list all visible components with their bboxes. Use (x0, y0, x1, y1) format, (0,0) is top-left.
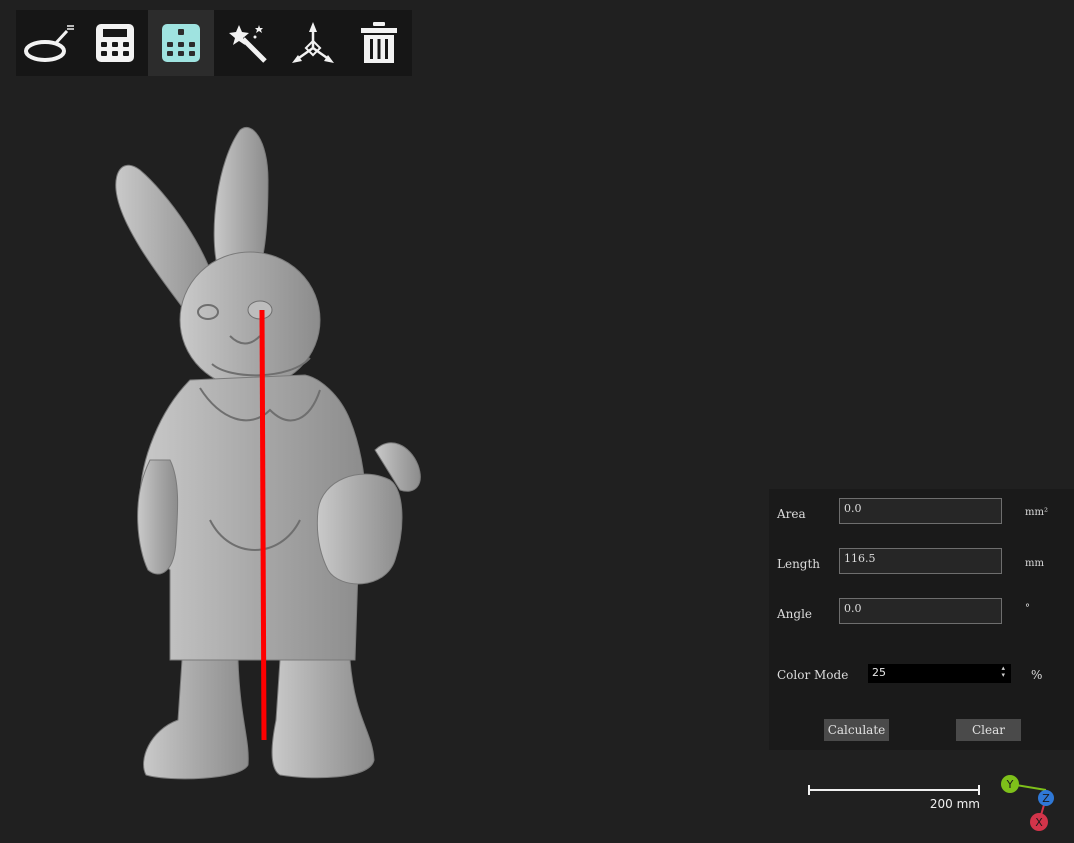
axis-gizmo[interactable]: Y Z X (995, 770, 1060, 836)
magic-wand-icon (229, 25, 267, 63)
trash-icon (361, 22, 397, 63)
area-field[interactable]: 0.0 (839, 498, 1002, 524)
3d-viewport[interactable]: Area 0.0 mm² Length 116.5 mm Angle 0.0 °… (0, 0, 1074, 843)
length-field[interactable]: 116.5 (839, 548, 1002, 574)
axis-z-label: Z (1042, 792, 1050, 805)
scale-label: 200 mm (929, 797, 980, 811)
rabbit-model[interactable] (100, 120, 440, 790)
calculator-icon (96, 24, 134, 62)
measure-line (259, 309, 267, 741)
angle-unit: ° (1025, 603, 1030, 614)
scale-line (808, 789, 980, 791)
clear-button[interactable]: Clear (956, 719, 1021, 741)
ring-measure-button[interactable] (16, 10, 82, 76)
scale-tick-right (978, 785, 980, 795)
area-label: Area (777, 507, 806, 521)
length-label: Length (777, 557, 821, 571)
ring-measure-icon (24, 25, 74, 62)
angle-label: Angle (777, 607, 813, 621)
measure-panel: Area 0.0 mm² Length 116.5 mm Angle 0.0 °… (769, 489, 1074, 750)
color-mode-unit: % (1031, 668, 1043, 682)
axes-tripod-button[interactable] (280, 10, 346, 76)
spin-arrows-icon[interactable]: ▴ ▾ (1001, 665, 1005, 679)
length-unit: mm (1025, 558, 1044, 569)
color-mode-value: 25 (872, 666, 886, 679)
axes-tripod-icon (292, 22, 334, 63)
magic-wand-button[interactable] (214, 10, 280, 76)
trash-button[interactable] (346, 10, 412, 76)
scale-tick-left (808, 785, 810, 795)
calculator-active-icon (162, 24, 200, 62)
color-mode-label: Color Mode (777, 668, 849, 682)
toolbar (16, 10, 412, 76)
area-unit: mm² (1025, 507, 1048, 518)
angle-field[interactable]: 0.0 (839, 598, 1002, 624)
calculator-button[interactable] (82, 10, 148, 76)
calculator-active-button[interactable] (148, 10, 214, 76)
axis-x-label: X (1035, 816, 1043, 829)
color-mode-spinbox[interactable]: 25 ▴ ▾ (868, 664, 1011, 683)
calculate-button[interactable]: Calculate (824, 719, 889, 741)
axis-y-label: Y (1006, 778, 1014, 791)
scale-bar: 200 mm (808, 785, 980, 815)
